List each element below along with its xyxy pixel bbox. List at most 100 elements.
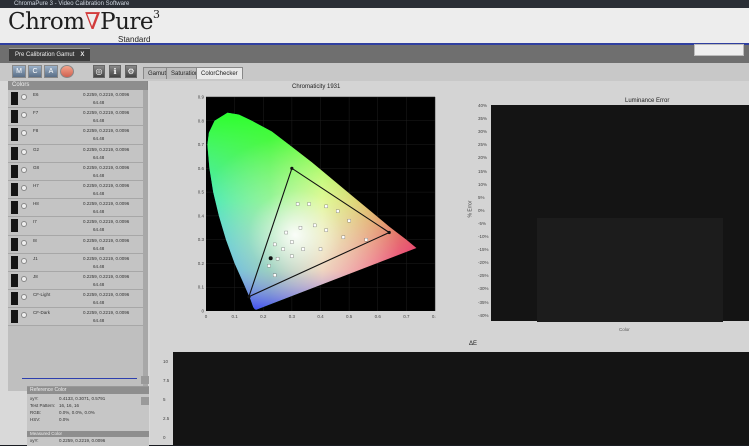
x-tick-label: 0.2: [260, 314, 267, 319]
delta-e-y-tick: 5: [163, 397, 166, 402]
y-tick-label: 0.6: [198, 166, 204, 171]
color-list-item[interactable]: H8 0.2259, 0.2219, 0.0096 64.48: [8, 199, 147, 218]
color-xyy: 0.2259, 0.2219, 0.0096: [83, 273, 130, 279]
color-select-radio[interactable]: [21, 203, 27, 210]
color-list-item[interactable]: H7 0.2259, 0.2219, 0.0096 64.48: [8, 180, 147, 200]
meter-button[interactable]: M: [12, 65, 26, 78]
luminance-y-tick: 10%: [478, 181, 488, 187]
ref-rgb-label: RGB:: [30, 410, 42, 415]
ref-xyy-value: 0.4133, 0.3071, 0.5791: [59, 396, 106, 401]
analyze-button[interactable]: A: [44, 65, 58, 78]
target-icon[interactable]: ◎: [93, 65, 105, 78]
luminance-y-tick: 0%: [478, 207, 485, 213]
target-point: [324, 228, 328, 232]
tab-colorchecker[interactable]: ColorChecker: [196, 67, 243, 79]
color-select-radio[interactable]: [21, 184, 27, 191]
color-select-radio[interactable]: [21, 130, 27, 137]
color-name: I8: [33, 237, 37, 243]
color-luminance: 64.48: [93, 227, 105, 233]
luminance-y-tick: 30%: [478, 129, 488, 135]
luminance-y-tick: -10%: [478, 234, 489, 239]
colors-scrollbar[interactable]: [143, 90, 148, 390]
y-tick-labels: 0 0.1 0.2 0.3 0.4 0.5 0.6 0.7 0.8 0.9: [198, 95, 204, 314]
ref-pattern-value: 16, 16, 16: [59, 403, 80, 408]
reference-color-panel: Reference Color xyY: 0.4133, 0.3071, 0.5…: [27, 386, 149, 446]
color-list-item[interactable]: G2 0.2259, 0.2219, 0.0096 64.48: [8, 144, 147, 163]
color-list-item[interactable]: I8 0.2259, 0.2219, 0.0096 64.48: [8, 235, 147, 254]
luminance-y-tick: -30%: [478, 286, 489, 292]
x-tick-label: 0.8: [432, 314, 436, 319]
color-list-item[interactable]: CF-Dark 0.2259, 0.2219, 0.0096 64.48: [8, 308, 147, 327]
color-select-radio[interactable]: [21, 221, 27, 228]
luminance-y-tick: -35%: [478, 299, 489, 305]
color-list-item[interactable]: CF-Light 0.2259, 0.2219, 0.0096 64.48: [8, 290, 147, 309]
scroll-down-icon[interactable]: [141, 397, 149, 405]
color-select-radio[interactable]: [21, 294, 27, 301]
calibrate-button[interactable]: C: [28, 65, 42, 78]
color-select-radio[interactable]: [21, 166, 27, 173]
color-swatch: [11, 182, 18, 196]
target-point: [313, 223, 317, 228]
close-tab-icon[interactable]: X: [80, 52, 84, 58]
luminance-reference-band: [537, 218, 723, 322]
y-tick-label: 0.7: [198, 142, 204, 147]
color-list-item[interactable]: F7 0.2259, 0.2219, 0.0096 64.48: [8, 108, 147, 127]
target-point: [295, 202, 300, 206]
luminance-y-tick: 5%: [478, 194, 485, 200]
luminance-y-tick: -40%: [478, 312, 489, 318]
color-xyy: 0.2259, 0.2219, 0.0096: [83, 292, 130, 298]
color-list-item[interactable]: G8 0.2259, 0.2219, 0.0096 64.48: [8, 162, 147, 181]
color-xyy: 0.2259, 0.2219, 0.0096: [83, 182, 130, 188]
color-list-item[interactable]: I7 0.2259, 0.2219, 0.0096 64.48: [8, 217, 147, 236]
color-name: G8: [33, 164, 40, 170]
gamut-vertex: [290, 166, 294, 170]
color-swatch: [11, 310, 18, 324]
x-tick-label: 0.3: [289, 314, 296, 319]
color-select-radio[interactable]: [21, 94, 27, 100]
color-name: H7: [33, 182, 39, 188]
color-xyy: 0.2259, 0.2219, 0.0096: [83, 164, 130, 170]
color-list-item[interactable]: J8 0.2259, 0.2219, 0.0096 64.48: [8, 271, 147, 291]
info-icon[interactable]: ℹ: [109, 65, 121, 78]
ref-xyy-label: xyY:: [30, 396, 39, 401]
delta-e-y-tick: 0: [163, 435, 166, 440]
color-name: H8: [33, 201, 39, 207]
gear-icon[interactable]: ⚙: [125, 65, 137, 78]
scroll-up-icon[interactable]: [141, 376, 149, 384]
color-select-radio[interactable]: [21, 112, 27, 119]
record-icon[interactable]: [60, 65, 74, 78]
app-header: Chrom∇Pure3 Standard: [0, 8, 749, 45]
color-swatch: [11, 219, 18, 233]
delta-e-plot-area: [173, 352, 749, 445]
luminance-y-tick: -15%: [478, 247, 489, 253]
color-xyy: 0.2259, 0.2219, 0.0096: [83, 110, 130, 116]
target-point: [301, 247, 305, 251]
color-list-item[interactable]: J1 0.2259, 0.2219, 0.0096 64.48: [8, 253, 147, 272]
brand-text-a: Chrom: [8, 9, 85, 35]
luminance-y-tick: 25%: [478, 142, 488, 148]
colors-panel-header: Colors: [8, 81, 147, 90]
header-input-field[interactable]: [694, 44, 744, 56]
ref-pattern-label: Test Pattern:: [30, 403, 56, 408]
x-tick-labels: 0 0.1 0.2 0.3 0.4 0.5 0.6 0.7 0.8: [205, 314, 436, 319]
color-list-item[interactable]: E6 0.2259, 0.2219, 0.0096 64.48: [8, 90, 147, 109]
color-select-radio[interactable]: [21, 239, 27, 246]
y-tick-label: 0.4: [198, 213, 204, 218]
color-select-radio[interactable]: [21, 312, 27, 319]
target-point: [298, 226, 303, 230]
delta-e-y-tick: 2.5: [163, 416, 170, 421]
color-select-radio[interactable]: [21, 257, 27, 264]
color-select-radio[interactable]: [21, 275, 27, 282]
ref-hsv-value: 0.0%: [59, 417, 70, 422]
brand-v-mark: ∇: [84, 9, 101, 35]
color-luminance: 64.48: [93, 281, 105, 287]
color-list-item[interactable]: F8 0.2259, 0.2219, 0.0096 64.48: [8, 126, 147, 145]
y-tick-label: 0.5: [198, 190, 204, 195]
color-swatch: [11, 164, 18, 178]
luminance-y-tick: -25%: [478, 273, 489, 279]
delta-e-y-tick: 10: [163, 359, 169, 364]
color-select-radio[interactable]: [21, 148, 27, 155]
luminance-chart-title: Luminance Error: [625, 98, 670, 104]
color-xyy: 0.2259, 0.2219, 0.0096: [83, 92, 130, 97]
document-tab[interactable]: Pre Calibration Gamut X: [9, 48, 91, 61]
